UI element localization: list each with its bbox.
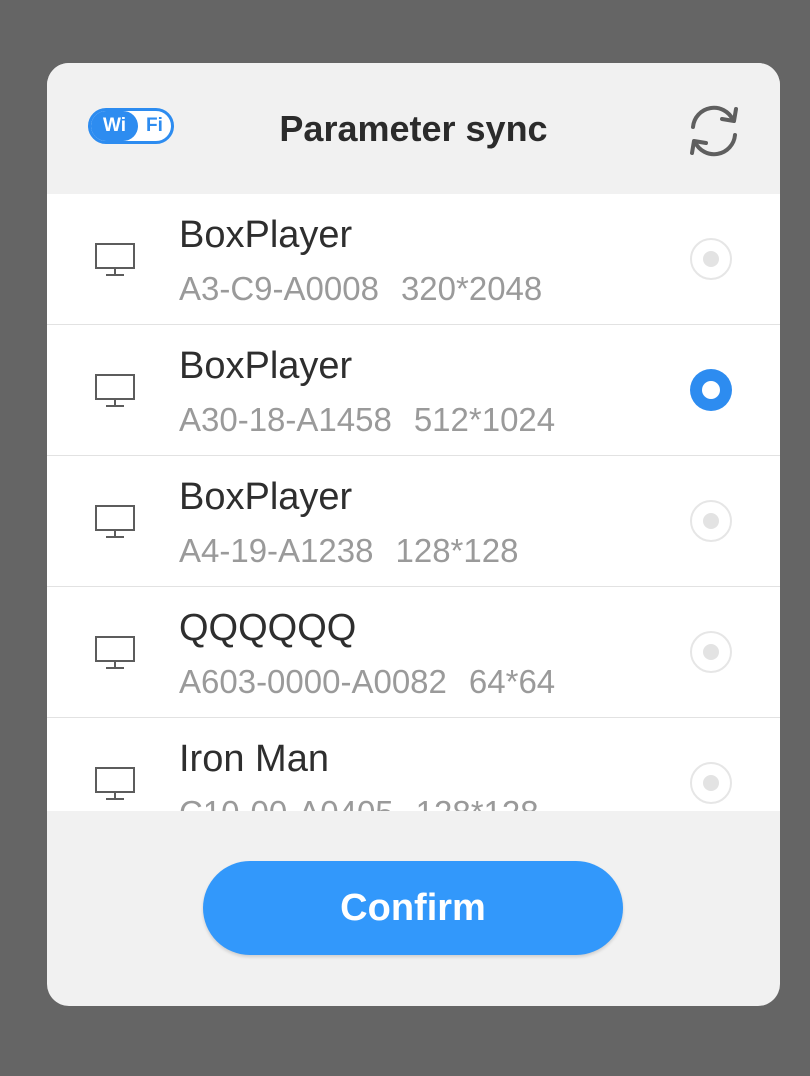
device-radio[interactable] <box>690 762 732 804</box>
device-list[interactable]: BoxPlayer A3-C9-A0008 320*2048 BoxPlayer … <box>47 194 780 811</box>
device-row[interactable]: Iron Man C10-00-A0405 128*128 <box>47 718 780 811</box>
device-resolution: 128*128 <box>416 794 539 811</box>
parameter-sync-dialog: Wi Fi Parameter sync BoxPlayer A3-C9-A00… <box>47 63 780 1006</box>
monitor-icon <box>95 767 135 800</box>
dialog-header: Wi Fi Parameter sync <box>47 63 780 194</box>
device-resolution: 320*2048 <box>400 270 543 307</box>
device-meta: C10-00-A0405 128*128 <box>179 794 539 811</box>
device-name: Iron Man <box>179 738 329 780</box>
monitor-icon <box>95 374 135 407</box>
device-radio-selected[interactable] <box>690 369 732 411</box>
device-id: A3-C9-A0008 <box>179 270 379 307</box>
device-radio[interactable] <box>690 500 732 542</box>
refresh-icon[interactable] <box>684 101 744 161</box>
device-id: A4-19-A1238 <box>179 532 374 569</box>
device-row[interactable]: QQQQQQ A603-0000-A0082 64*64 <box>47 587 780 718</box>
device-radio[interactable] <box>690 631 732 673</box>
device-resolution: 64*64 <box>468 663 556 700</box>
device-id: A603-0000-A0082 <box>179 663 447 700</box>
device-row[interactable]: BoxPlayer A3-C9-A0008 320*2048 <box>47 194 780 325</box>
device-meta: A4-19-A1238 128*128 <box>179 532 518 570</box>
device-row[interactable]: BoxPlayer A30-18-A1458 512*1024 <box>47 325 780 456</box>
device-resolution: 512*1024 <box>413 401 556 438</box>
device-id: A30-18-A1458 <box>179 401 392 438</box>
device-name: BoxPlayer <box>179 345 353 387</box>
device-resolution: 128*128 <box>395 532 519 569</box>
device-name: BoxPlayer <box>179 214 353 256</box>
device-name: QQQQQQ <box>179 607 357 649</box>
device-id: C10-00-A0405 <box>179 794 394 811</box>
monitor-icon <box>95 505 135 538</box>
device-meta: A3-C9-A0008 320*2048 <box>179 270 542 308</box>
device-meta: A30-18-A1458 512*1024 <box>179 401 555 439</box>
monitor-icon <box>95 243 135 276</box>
device-row[interactable]: BoxPlayer A4-19-A1238 128*128 <box>47 456 780 587</box>
device-name: BoxPlayer <box>179 476 353 518</box>
dialog-title: Parameter sync <box>279 108 548 149</box>
confirm-button[interactable]: Confirm <box>203 861 623 955</box>
device-radio[interactable] <box>690 238 732 280</box>
monitor-icon <box>95 636 135 669</box>
device-meta: A603-0000-A0082 64*64 <box>179 663 555 701</box>
